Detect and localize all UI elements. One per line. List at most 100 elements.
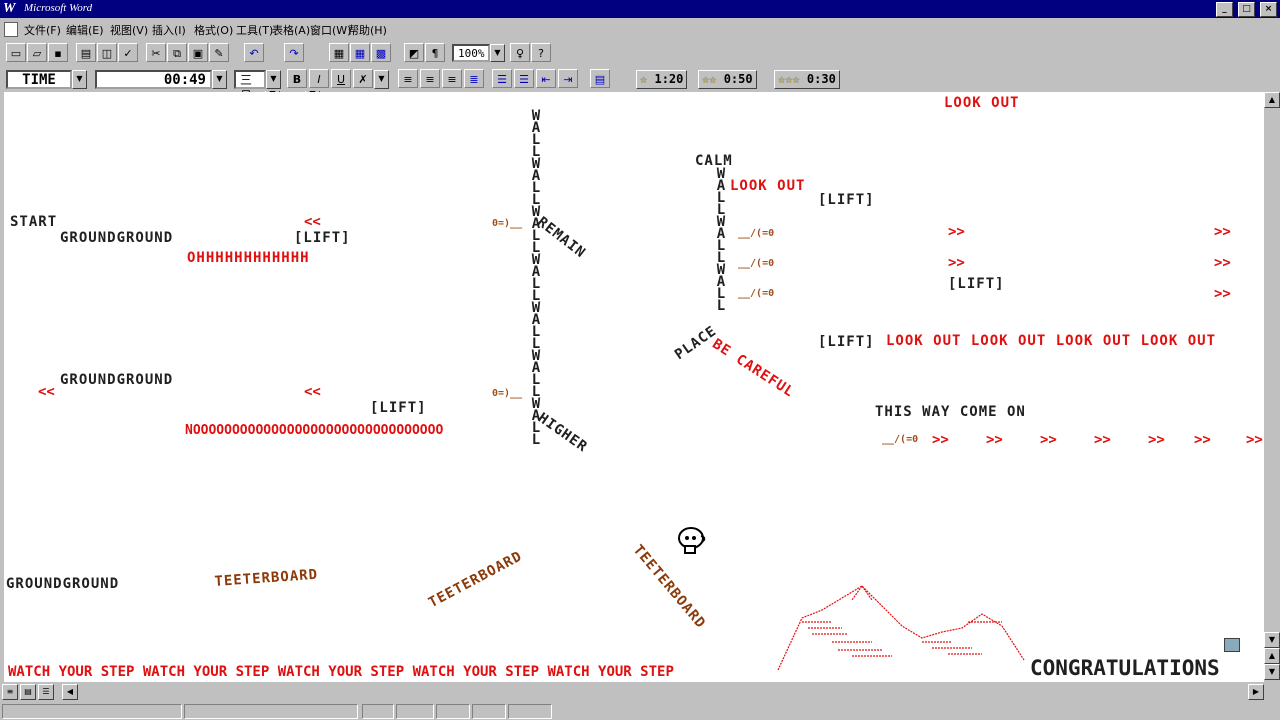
- status-cell-6: [472, 704, 506, 719]
- redo-icon[interactable]: ↷: [284, 43, 304, 62]
- preview-icon[interactable]: ◫: [97, 43, 117, 62]
- scroll-right-icon[interactable]: ▶: [1248, 684, 1264, 700]
- congratulations-text: CONGRATULATIONS: [1030, 656, 1220, 680]
- star-rating-2: ☆☆ 0:50: [698, 70, 757, 89]
- doc-icon: [4, 22, 18, 37]
- arrow-right-11: >>: [1194, 432, 1211, 448]
- status-bar: [0, 702, 1280, 720]
- arrow-right-5: >>: [1214, 286, 1231, 302]
- excel-icon[interactable]: ▩: [371, 43, 391, 62]
- size-field[interactable]: 三号: [234, 70, 266, 103]
- be-careful-text: BE CAREFUL: [709, 336, 798, 401]
- computer-goal-icon[interactable]: [1224, 638, 1240, 652]
- bold-button[interactable]: B: [287, 69, 307, 88]
- minimize-button[interactable]: _: [1216, 2, 1233, 17]
- drawing-icon[interactable]: ◩: [404, 43, 424, 62]
- decrease-indent-icon[interactable]: ⇤: [536, 69, 556, 88]
- highlight-icon[interactable]: ✗: [353, 69, 373, 88]
- help-icon[interactable]: ?: [531, 43, 551, 62]
- style-dropdown-icon[interactable]: ▼: [72, 70, 87, 89]
- menu-edit[interactable]: 编辑(E): [66, 22, 104, 38]
- justify-icon[interactable]: ≣: [464, 69, 484, 88]
- ground-platform-2: GROUNDGROUND: [60, 372, 174, 388]
- undo-icon[interactable]: ↶: [244, 43, 264, 62]
- word-logo-icon: W: [3, 1, 16, 16]
- italic-button[interactable]: I: [309, 69, 329, 88]
- star-time: 0:30: [806, 72, 836, 86]
- menu-window[interactable]: 窗口(W): [310, 22, 351, 38]
- ground-platform-1: GROUNDGROUND: [60, 230, 174, 246]
- close-button[interactable]: ×: [1260, 2, 1277, 17]
- watch-step-text: WATCH YOUR STEP WATCH YOUR STEP WATCH YO…: [8, 664, 674, 680]
- player-character-icon: [678, 527, 706, 554]
- highlight-dropdown-icon[interactable]: ▼: [374, 70, 389, 89]
- ground-platform-3: GROUNDGROUND: [6, 576, 120, 592]
- menu-table[interactable]: 表格(A): [272, 22, 310, 38]
- menu-help[interactable]: 帮助(H): [348, 22, 387, 38]
- copy-icon[interactable]: ⧉: [167, 43, 187, 62]
- page-down-icon[interactable]: ▼: [1264, 664, 1280, 680]
- arrow-right-2: >>: [1214, 224, 1231, 240]
- standard-toolbar: ▭ ▱ ▪ ▤ ◫ ✓ ✂ ⧉ ▣ ✎ ↶ ▼ ↷ ▼ ▦ ▦ ▩ ◩ ¶ 10…: [0, 41, 1280, 103]
- horizontal-scrollbar[interactable]: ≡ ▤ ☰ ◀ ▶: [0, 684, 1280, 700]
- start-label: START: [10, 214, 58, 230]
- timer-field: 00:49: [95, 70, 212, 89]
- scroll-left-icon[interactable]: ◀: [62, 684, 78, 700]
- menu-insert[interactable]: 插入(I): [152, 22, 186, 38]
- page-up-icon[interactable]: ▲: [1264, 648, 1280, 664]
- menu-view[interactable]: 视图(V): [110, 22, 148, 38]
- maximize-button[interactable]: □: [1238, 2, 1255, 17]
- zoom-dropdown-icon[interactable]: ▼: [490, 44, 505, 62]
- tips-icon[interactable]: ♀: [510, 43, 530, 62]
- font-dropdown-icon[interactable]: ▼: [212, 70, 227, 89]
- increase-indent-icon[interactable]: ⇥: [558, 69, 578, 88]
- insert-table-icon[interactable]: ▦: [329, 43, 349, 62]
- look-out-2: LOOK OUT: [944, 95, 1020, 111]
- zoom-field[interactable]: 100%: [452, 44, 490, 62]
- arrow-right-7: >>: [986, 432, 1003, 448]
- menu-file[interactable]: 文件(F): [24, 22, 61, 38]
- align-left-icon[interactable]: ≡: [398, 69, 418, 88]
- print-icon[interactable]: ▤: [76, 43, 96, 62]
- window-title: Microsoft Word: [24, 2, 93, 14]
- teeterboard-1: TEETERBOARD: [214, 566, 319, 590]
- menu-tools[interactable]: 工具(T): [236, 22, 273, 38]
- style-field[interactable]: TIME: [6, 70, 72, 89]
- this-way-text: THIS WAY COME ON: [875, 404, 1026, 420]
- paragraph-mark-icon[interactable]: ¶: [425, 43, 445, 62]
- status-cell-2: [184, 704, 358, 719]
- menu-format[interactable]: 格式(O): [194, 22, 233, 38]
- arrow-right-3: >>: [948, 255, 965, 271]
- star-time: 1:20: [654, 72, 684, 86]
- bullets-icon[interactable]: ☰: [514, 69, 534, 88]
- star-icon: ☆: [640, 72, 648, 86]
- table-icon[interactable]: ▦: [350, 43, 370, 62]
- save-icon[interactable]: ▪: [48, 43, 68, 62]
- layout-view-icon[interactable]: ▤: [20, 684, 36, 700]
- spell-check-icon[interactable]: ✓: [118, 43, 138, 62]
- underline-button[interactable]: U: [331, 69, 351, 88]
- size-dropdown-icon[interactable]: ▼: [266, 70, 281, 89]
- nooo-text: NOOOOOOOOOOOOOOOOOOOOOOOOOOOOOOOO: [185, 423, 444, 438]
- align-right-icon[interactable]: ≡: [442, 69, 462, 88]
- scroll-up-icon[interactable]: ▲: [1264, 92, 1280, 108]
- scroll-down-icon[interactable]: ▼: [1264, 632, 1280, 648]
- vertical-scrollbar[interactable]: ▲ ▼ ▲ ▼: [1264, 92, 1280, 682]
- numbering-icon[interactable]: ☰: [492, 69, 512, 88]
- cannon-right-2: __/(=0: [738, 258, 775, 269]
- align-center-icon[interactable]: ≡: [420, 69, 440, 88]
- arrow-left-1: <<: [304, 214, 321, 230]
- open-icon[interactable]: ▱: [27, 43, 47, 62]
- normal-view-icon[interactable]: ≡: [2, 684, 18, 700]
- paste-icon[interactable]: ▣: [188, 43, 208, 62]
- outline-view-icon[interactable]: ☰: [38, 684, 54, 700]
- menu-bar: 文件(F) 编辑(E) 视图(V) 插入(I) 格式(O) 工具(T) 表格(A…: [0, 19, 1280, 39]
- cannon-right-3: __/(=0: [738, 288, 775, 299]
- cannon-right-4: __/(=0: [882, 434, 919, 445]
- cut-icon[interactable]: ✂: [146, 43, 166, 62]
- border-icon[interactable]: ▤: [590, 69, 610, 88]
- new-icon[interactable]: ▭: [6, 43, 26, 62]
- higher-text: HIGHER: [534, 410, 591, 456]
- format-painter-icon[interactable]: ✎: [209, 43, 229, 62]
- cannon-left-1: 0=)__: [492, 218, 523, 229]
